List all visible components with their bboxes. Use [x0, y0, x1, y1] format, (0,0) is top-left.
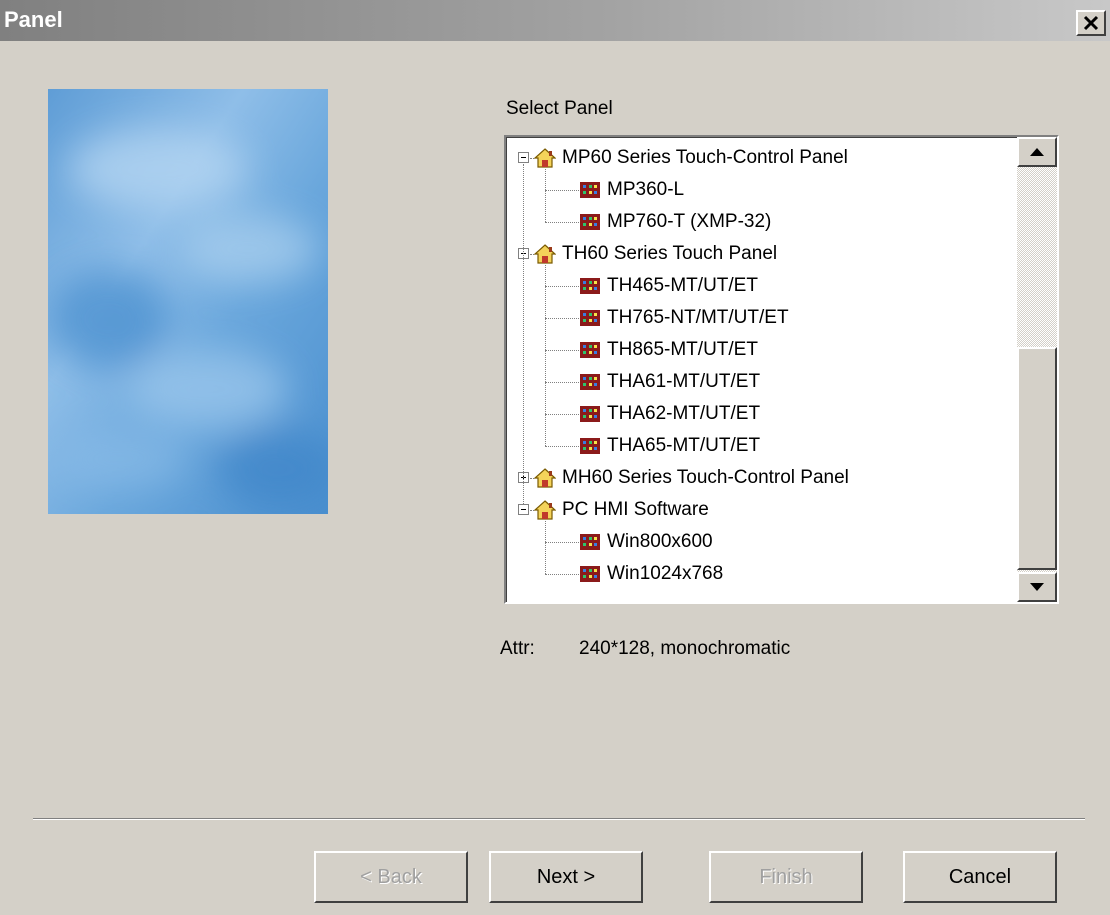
tree-panel-item[interactable]: TH765-NT/MT/UT/ET — [579, 302, 789, 334]
tree-item-label: THA61-MT/UT/ET — [607, 371, 761, 392]
tree-item-label: THA62-MT/UT/ET — [607, 403, 761, 424]
tree-item-label: THA65-MT/UT/ET — [607, 435, 761, 456]
house-icon — [534, 467, 556, 489]
tree-panel-item[interactable]: Win1024x768 — [579, 558, 723, 590]
tree-item-label: TH765-NT/MT/UT/ET — [607, 307, 789, 328]
tree-item-label: MP360-L — [607, 179, 685, 200]
panel-icon — [579, 179, 601, 201]
panel-icon — [579, 211, 601, 233]
tree-connector — [545, 382, 579, 383]
tree-item-label: Win800x600 — [607, 531, 713, 552]
wizard-side-image — [48, 89, 328, 514]
tree-item-label: MP760-T (XMP-32) — [607, 211, 772, 232]
tree-connector — [545, 446, 579, 447]
collapse-toggle[interactable] — [518, 504, 529, 515]
scroll-down-button[interactable] — [1017, 572, 1057, 602]
tree-panel-item[interactable]: TH465-MT/UT/ET — [579, 270, 758, 302]
tree-connector — [523, 164, 524, 504]
tree-panel-item[interactable]: MP760-T (XMP-32) — [579, 206, 771, 238]
tree-item-label: TH465-MT/UT/ET — [607, 275, 758, 296]
next-button[interactable]: Next > — [489, 851, 643, 903]
tree-connector — [545, 286, 579, 287]
panel-icon — [579, 531, 601, 553]
tree-connector — [545, 318, 579, 319]
tree-panel-item[interactable]: THA61-MT/UT/ET — [579, 366, 760, 398]
tree-group-item[interactable]: MP60 Series Touch-Control Panel — [534, 142, 848, 174]
tree-connector — [545, 265, 546, 446]
panel-icon — [579, 403, 601, 425]
attr-value: 240*128, monochromatic — [579, 638, 791, 659]
panel-icon — [579, 307, 601, 329]
vertical-scrollbar[interactable] — [1017, 137, 1057, 602]
tree-connector — [545, 190, 579, 191]
tree-item-label: MP60 Series Touch-Control Panel — [562, 147, 848, 168]
tree-panel-item[interactable]: TH865-MT/UT/ET — [579, 334, 758, 366]
tree-group-item[interactable]: MH60 Series Touch-Control Panel — [534, 462, 849, 494]
panel-tree-view[interactable]: MP60 Series Touch-Control Panel MP360-L MP… — [504, 135, 1059, 604]
arrow-down-icon — [1030, 583, 1044, 591]
tree-item-label: MH60 Series Touch-Control Panel — [562, 467, 849, 488]
panel-icon — [579, 275, 601, 297]
tree-panel-item[interactable]: Win800x600 — [579, 526, 713, 558]
window-title: Panel — [4, 7, 63, 32]
separator — [33, 818, 1085, 820]
tree-connector — [545, 169, 546, 222]
cancel-button[interactable]: Cancel — [903, 851, 1057, 903]
tree-panel-item[interactable]: MP360-L — [579, 174, 684, 206]
scroll-up-button[interactable] — [1017, 137, 1057, 167]
title-bar: Panel — [0, 0, 1110, 41]
back-button[interactable]: < Back — [314, 851, 468, 903]
tree-panel-item[interactable]: THA65-MT/UT/ET — [579, 430, 760, 462]
panel-icon — [579, 371, 601, 393]
close-button[interactable] — [1076, 10, 1106, 36]
house-icon — [534, 147, 556, 169]
tree-connector — [545, 350, 579, 351]
finish-button[interactable]: Finish — [709, 851, 863, 903]
tree-item-label: Win1024x768 — [607, 563, 724, 584]
tree-item-label: PC HMI Software — [562, 499, 709, 520]
tree-group-item[interactable]: PC HMI Software — [534, 494, 709, 526]
tree-group-item[interactable]: TH60 Series Touch Panel — [534, 238, 777, 270]
tree-item-label: TH60 Series Touch Panel — [562, 243, 778, 264]
panel-icon — [579, 435, 601, 457]
tree-connector — [545, 574, 579, 575]
tree-item-label: TH865-MT/UT/ET — [607, 339, 758, 360]
tree-content: MP60 Series Touch-Control Panel MP360-L MP… — [506, 137, 1017, 602]
select-panel-label: Select Panel — [506, 98, 613, 119]
tree-connector — [545, 521, 546, 574]
collapse-toggle[interactable] — [518, 152, 529, 163]
panel-icon — [579, 339, 601, 361]
tree-panel-item[interactable]: THA62-MT/UT/ET — [579, 398, 760, 430]
close-icon — [1083, 15, 1099, 31]
attr-label: Attr: — [500, 638, 535, 659]
scroll-thumb[interactable] — [1017, 347, 1057, 570]
tree-connector — [545, 222, 579, 223]
house-icon — [534, 243, 556, 265]
arrow-up-icon — [1030, 148, 1044, 156]
tree-connector — [545, 414, 579, 415]
panel-icon — [579, 563, 601, 585]
tree-connector — [545, 542, 579, 543]
house-icon — [534, 499, 556, 521]
